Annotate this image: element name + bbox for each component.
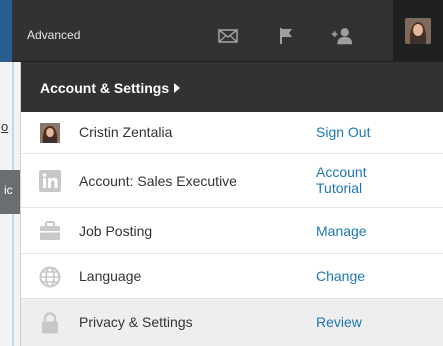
background-text-fragment: o bbox=[1, 119, 9, 134]
account-settings-title-text: Account & Settings bbox=[40, 80, 170, 96]
profile-avatar-button[interactable] bbox=[393, 0, 443, 62]
globe-icon bbox=[39, 266, 61, 288]
linkedin-icon bbox=[39, 170, 61, 192]
background-page: o ic bbox=[0, 62, 20, 346]
top-nav-bar: Advanced bbox=[0, 0, 443, 62]
job-posting-label: Job Posting bbox=[79, 223, 153, 239]
dropdown-header: Account & Settings bbox=[21, 62, 443, 112]
add-connection-icon[interactable] bbox=[330, 26, 354, 46]
language-label: Language bbox=[79, 268, 142, 284]
menu-item-privacy-settings[interactable]: Privacy & Settings Review bbox=[21, 299, 443, 346]
advanced-link[interactable]: Advanced bbox=[27, 28, 80, 42]
flag-icon[interactable] bbox=[274, 26, 298, 46]
account-tutorial-link[interactable]: Account Tutorial bbox=[316, 164, 406, 196]
menu-item-language[interactable]: Language Change bbox=[21, 254, 443, 299]
sign-out-link[interactable]: Sign Out bbox=[316, 124, 370, 140]
change-language-link[interactable]: Change bbox=[316, 268, 365, 284]
menu-item-profile[interactable]: Cristin Zentalia Sign Out bbox=[21, 112, 443, 154]
account-settings-dropdown: Account & Settings Cristin Zentalia Sign… bbox=[20, 62, 443, 346]
profile-avatar bbox=[405, 18, 431, 44]
manage-link[interactable]: Manage bbox=[316, 223, 367, 239]
lock-icon bbox=[39, 312, 61, 334]
caret-right-icon bbox=[174, 83, 181, 93]
menu-item-job-posting[interactable]: Job Posting Manage bbox=[21, 208, 443, 254]
mail-icon[interactable] bbox=[216, 26, 240, 46]
profile-name: Cristin Zentalia bbox=[79, 124, 173, 140]
briefcase-icon bbox=[39, 220, 61, 242]
account-type-label: Account: Sales Executive bbox=[79, 173, 237, 189]
privacy-settings-label: Privacy & Settings bbox=[79, 314, 193, 330]
profile-avatar-small bbox=[39, 122, 61, 144]
review-link[interactable]: Review bbox=[316, 314, 362, 330]
menu-item-account[interactable]: Account: Sales Executive Account Tutoria… bbox=[21, 154, 443, 208]
background-text-fragment: ic bbox=[4, 183, 13, 197]
nav-edge-strip bbox=[0, 0, 12, 62]
account-settings-title[interactable]: Account & Settings bbox=[40, 80, 181, 96]
